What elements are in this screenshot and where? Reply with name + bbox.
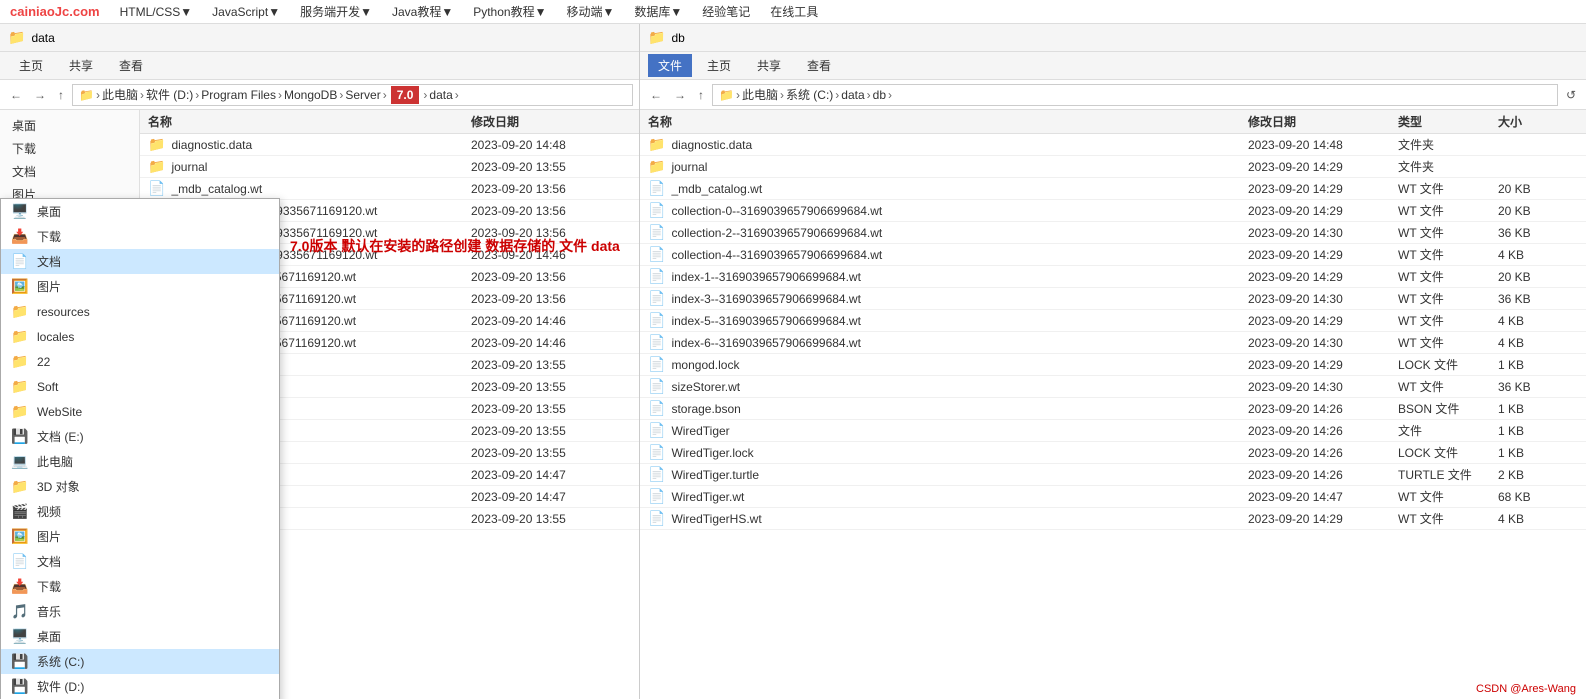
dd-d[interactable]: 💾软件 (D:): [1, 674, 279, 699]
tab-share-left[interactable]: 共享: [58, 53, 104, 78]
left-ribbon: 主页 共享 查看: [0, 52, 639, 80]
left-file-header: 名称 修改日期: [140, 110, 639, 134]
address-path-left[interactable]: 📁 › 此电脑 › 软件 (D:) › Program Files › Mong…: [72, 84, 633, 106]
list-item[interactable]: 📄sizeStorer.wt 2023-09-20 14:30WT 文件36 K…: [640, 376, 1586, 398]
version-highlight: 7.0: [391, 86, 420, 104]
dd-desktop[interactable]: 🖥️桌面: [1, 199, 279, 224]
top-navigation: cainiaoJc.com HTML/CSS▼ JavaScript▼ 服务端开…: [0, 0, 1586, 24]
back-button-right[interactable]: ←: [646, 86, 666, 104]
nav-python[interactable]: Python教程▼: [473, 3, 546, 20]
nav-javascript[interactable]: JavaScript▼: [212, 5, 280, 19]
dd-c[interactable]: 💾系统 (C:): [1, 649, 279, 674]
left-title-bar: 📁 data: [0, 24, 639, 52]
dd-website[interactable]: 📁WebSite: [1, 399, 279, 424]
dd-documents[interactable]: 📄文档: [1, 249, 279, 274]
left-title-text: data: [31, 31, 54, 45]
dd-thispc[interactable]: 💻此电脑: [1, 449, 279, 474]
list-item[interactable]: 📄_mdb_catalog.wt 2023-09-20 14:29WT 文件20…: [640, 178, 1586, 200]
list-item[interactable]: 📄index-6--3169039657906699684.wt 2023-09…: [640, 332, 1586, 354]
up-button-right[interactable]: ↑: [694, 86, 708, 104]
main-container: 📁 data 主页 共享 查看 ← → ↑ 📁 › 此电脑 › 软件 (D:) …: [0, 24, 1586, 699]
nav-desktop[interactable]: 桌面: [0, 114, 139, 137]
list-item[interactable]: 📄mongod.lock 2023-09-20 14:29LOCK 文件1 KB: [640, 354, 1586, 376]
dd-dl[interactable]: 📥下载: [1, 574, 279, 599]
nav-java[interactable]: Java教程▼: [392, 3, 453, 20]
nav-documents[interactable]: 文档: [0, 160, 139, 183]
left-title-folder-icon: 📁: [8, 29, 25, 46]
list-item[interactable]: 📄WiredTiger.wt 2023-09-20 14:47WT 文件68 K…: [640, 486, 1586, 508]
right-content: 名称 修改日期 类型 大小 📁diagnostic.data 2023-09-2…: [640, 110, 1586, 699]
forward-button-left[interactable]: →: [30, 86, 50, 104]
list-item[interactable]: 📄index-5--3169039657906699684.wt 2023-09…: [640, 310, 1586, 332]
tab-file-right[interactable]: 文件: [648, 54, 692, 77]
right-title-text: db: [671, 31, 684, 45]
dd-3d[interactable]: 📁3D 对象: [1, 474, 279, 499]
dd-docs[interactable]: 📄文档: [1, 549, 279, 574]
left-address-bar: ← → ↑ 📁 › 此电脑 › 软件 (D:) › Program Files …: [0, 80, 639, 110]
list-item[interactable]: 📁journal 2023-09-20 14:29文件夹: [640, 156, 1586, 178]
dd-locales[interactable]: 📁locales: [1, 324, 279, 349]
dd-music[interactable]: 🎵音乐: [1, 599, 279, 624]
forward-button-right[interactable]: →: [670, 86, 690, 104]
list-item[interactable]: 📄WiredTiger.lock 2023-09-20 14:26LOCK 文件…: [640, 442, 1586, 464]
back-button-left[interactable]: ←: [6, 86, 26, 104]
nav-downloads[interactable]: 下载: [0, 137, 139, 160]
tab-share-right[interactable]: 共享: [746, 53, 792, 78]
right-ribbon: 文件 主页 共享 查看: [640, 52, 1586, 80]
list-item[interactable]: 📁journal 2023-09-20 13:55: [140, 156, 639, 178]
right-address-bar: ← → ↑ 📁 › 此电脑 › 系统 (C:) › data › db › ↺: [640, 80, 1586, 110]
nav-tools[interactable]: 在线工具: [770, 3, 818, 20]
tab-home-right[interactable]: 主页: [696, 53, 742, 78]
address-path-right[interactable]: 📁 › 此电脑 › 系统 (C:) › data › db ›: [712, 84, 1558, 106]
dd-pictures[interactable]: 🖼️图片: [1, 274, 279, 299]
tab-home-left[interactable]: 主页: [8, 53, 54, 78]
path-dropdown: 🖥️桌面 📥下载 📄文档 🖼️图片 📁resources 📁locales 📁2…: [0, 198, 280, 699]
left-content: 桌面 下载 文档 图片 resources Locales 22 Soft We…: [0, 110, 639, 699]
dd-downloads[interactable]: 📥下载: [1, 224, 279, 249]
right-title-folder-icon: 📁: [648, 29, 665, 46]
tab-view-left[interactable]: 查看: [108, 53, 154, 78]
nav-notes[interactable]: 经验笔记: [702, 3, 750, 20]
dd-22[interactable]: 📁22: [1, 349, 279, 374]
tab-view-right[interactable]: 查看: [796, 53, 842, 78]
dd-resources[interactable]: 📁resources: [1, 299, 279, 324]
nav-database[interactable]: 数据库▼: [634, 3, 682, 20]
dd-video[interactable]: 🎬视频: [1, 499, 279, 524]
list-item[interactable]: 📄WiredTigerHS.wt 2023-09-20 14:29WT 文件4 …: [640, 508, 1586, 530]
up-button-left[interactable]: ↑: [54, 86, 68, 104]
nav-html-css[interactable]: HTML/CSS▼: [120, 5, 193, 19]
dd-docs-e[interactable]: 💾文档 (E:): [1, 424, 279, 449]
dd-pics[interactable]: 🖼️图片: [1, 524, 279, 549]
dd-desktop2[interactable]: 🖥️桌面: [1, 624, 279, 649]
refresh-button-right[interactable]: ↺: [1562, 86, 1580, 104]
right-explorer: 📁 db 文件 主页 共享 查看 ← → ↑ 📁 › 此电脑 › 系统 (C:)…: [640, 24, 1586, 699]
list-item[interactable]: 📄collection-4--3169039657906699684.wt 20…: [640, 244, 1586, 266]
site-logo: cainiaoJc.com: [10, 4, 100, 19]
list-item[interactable]: 📄WiredTiger.turtle 2023-09-20 14:26TURTL…: [640, 464, 1586, 486]
list-item[interactable]: 📄index-1--3169039657906699684.wt 2023-09…: [640, 266, 1586, 288]
right-file-header: 名称 修改日期 类型 大小: [640, 110, 1586, 134]
right-title-bar: 📁 db: [640, 24, 1586, 52]
list-item[interactable]: 📁diagnostic.data 2023-09-20 14:48文件夹: [640, 134, 1586, 156]
list-item[interactable]: 📁diagnostic.data 2023-09-20 14:48: [140, 134, 639, 156]
watermark: CSDN @Ares-Wang: [1476, 683, 1576, 695]
nav-mobile[interactable]: 移动端▼: [566, 3, 614, 20]
list-item[interactable]: 📄index-3--3169039657906699684.wt 2023-09…: [640, 288, 1586, 310]
dd-soft[interactable]: 📁Soft: [1, 374, 279, 399]
list-item[interactable]: 📄collection-2--3169039657906699684.wt 20…: [640, 222, 1586, 244]
list-item[interactable]: 📄_mdb_catalog.wt 2023-09-20 13:56: [140, 178, 639, 200]
list-item[interactable]: 📄WiredTiger 2023-09-20 14:26文件1 KB: [640, 420, 1586, 442]
left-explorer: 📁 data 主页 共享 查看 ← → ↑ 📁 › 此电脑 › 软件 (D:) …: [0, 24, 640, 699]
nav-server[interactable]: 服务端开发▼: [300, 3, 372, 20]
right-file-list: 名称 修改日期 类型 大小 📁diagnostic.data 2023-09-2…: [640, 110, 1586, 699]
list-item[interactable]: 📄collection-0--3169039657906699684.wt 20…: [640, 200, 1586, 222]
list-item[interactable]: 📄storage.bson 2023-09-20 14:26BSON 文件1 K…: [640, 398, 1586, 420]
